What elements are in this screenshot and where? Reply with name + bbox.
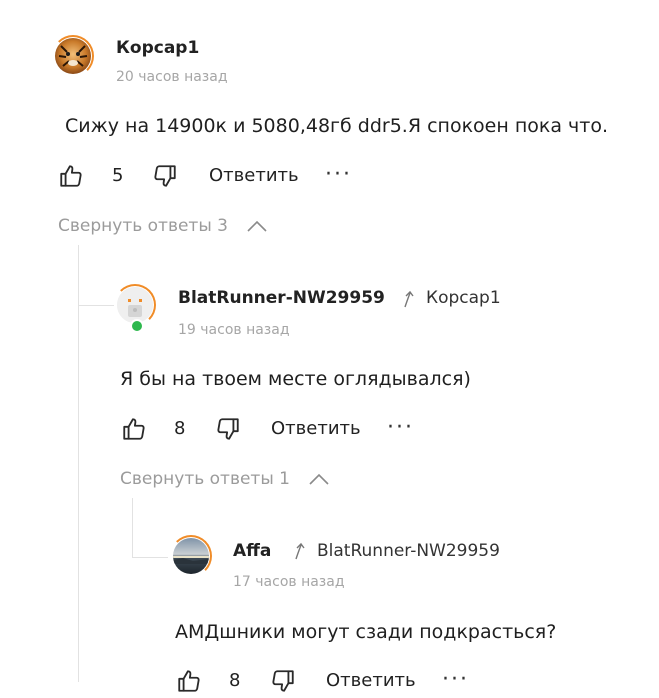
like-icon[interactable] bbox=[58, 163, 84, 193]
reply-button[interactable]: Ответить bbox=[271, 418, 361, 439]
reply-to-author[interactable]: Корсар1 bbox=[426, 288, 501, 308]
comment-reply: BlatRunner-NW29959 Корсар1 19 часов наза… bbox=[0, 270, 659, 495]
reply-button[interactable]: Ответить bbox=[326, 670, 416, 691]
collapse-replies-button[interactable]: Свернуть ответы 1 bbox=[120, 469, 290, 489]
author-name[interactable]: Affa bbox=[233, 541, 271, 561]
dislike-icon[interactable] bbox=[152, 163, 178, 193]
comments-thread: { "comments": [ { "author": "Корсар1", "… bbox=[0, 0, 659, 692]
timestamp: 17 часов назад bbox=[233, 574, 345, 590]
avatar-ring bbox=[170, 535, 212, 577]
like-count: 8 bbox=[229, 670, 241, 691]
timestamp: 20 часов назад bbox=[116, 69, 228, 85]
like-icon[interactable] bbox=[176, 668, 202, 698]
comment: Корсар1 20 часов назад Сижу на 14900к и … bbox=[0, 0, 659, 245]
collapse-replies-button[interactable]: Свернуть ответы 3 bbox=[58, 216, 228, 236]
like-count: 8 bbox=[174, 418, 186, 439]
more-options-icon[interactable]: ··· bbox=[442, 669, 469, 691]
more-options-icon[interactable]: ··· bbox=[387, 417, 414, 439]
dislike-icon[interactable] bbox=[215, 416, 241, 446]
dislike-icon[interactable] bbox=[270, 668, 296, 698]
reply-button[interactable]: Ответить bbox=[209, 165, 299, 186]
chevron-up-icon[interactable] bbox=[246, 218, 268, 238]
more-options-icon[interactable]: ··· bbox=[325, 164, 352, 186]
comment-text: Я бы на твоем месте оглядывался) bbox=[120, 368, 471, 390]
avatar-ring bbox=[52, 35, 94, 77]
like-count: 5 bbox=[112, 165, 124, 186]
timestamp: 19 часов назад bbox=[178, 322, 290, 338]
reply-arrow-icon bbox=[292, 541, 308, 565]
comment-reply: Affa BlatRunner-NW29959 17 часов назад А… bbox=[0, 530, 659, 692]
online-status-dot bbox=[130, 319, 144, 333]
chevron-up-icon[interactable] bbox=[308, 471, 330, 491]
reply-arrow-icon bbox=[401, 289, 417, 313]
comment-text: АМДшники могут сзади подкрасться? bbox=[175, 621, 557, 643]
comment-text: Сижу на 14900к и 5080,48гб ddr5.Я спокое… bbox=[65, 115, 608, 137]
author-name[interactable]: BlatRunner-NW29959 bbox=[178, 288, 385, 308]
like-icon[interactable] bbox=[121, 416, 147, 446]
reply-to-author[interactable]: BlatRunner-NW29959 bbox=[317, 541, 500, 561]
author-name[interactable]: Корсар1 bbox=[116, 38, 199, 58]
